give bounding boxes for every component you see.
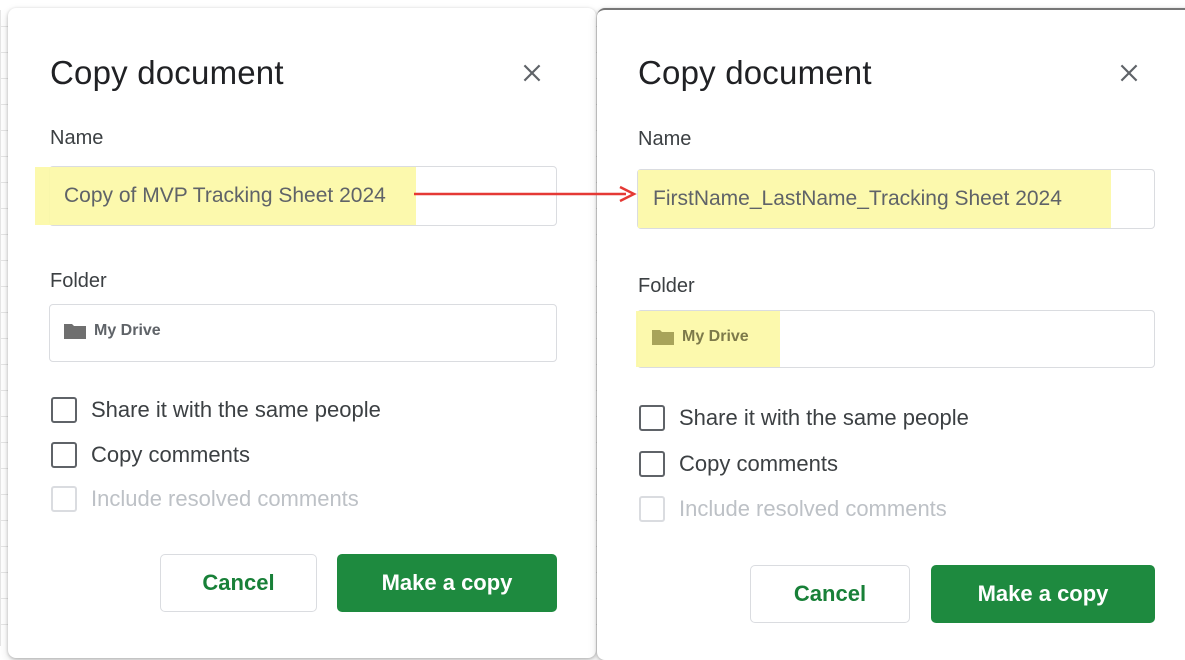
folder-label: Folder (638, 275, 695, 297)
make-a-copy-button[interactable]: Make a copy (337, 554, 557, 612)
folder-value-row: My Drive (652, 328, 749, 346)
copy-comments-checkbox[interactable] (639, 451, 665, 477)
share-checkbox-label: Share it with the same people (679, 405, 969, 430)
cancel-button[interactable]: Cancel (160, 554, 317, 612)
copy-dialog-original: Copy document Name Copy of MVP Tracking … (8, 8, 596, 658)
copy-comments-checkbox-label: Copy comments (679, 451, 838, 476)
name-label: Name (638, 128, 692, 150)
name-input[interactable]: Copy of MVP Tracking Sheet 2024 (35, 166, 557, 226)
name-value: FirstName_LastName_Tracking Sheet 2024 (653, 187, 1062, 210)
close-icon[interactable] (519, 60, 545, 86)
folder-selector[interactable]: My Drive (49, 304, 557, 362)
close-icon[interactable] (1116, 60, 1142, 86)
resolved-comments-checkbox-label: Include resolved comments (91, 486, 359, 511)
folder-icon (652, 329, 674, 345)
resolved-comments-checkbox-row: Include resolved comments (639, 496, 947, 522)
resolved-comments-checkbox-row: Include resolved comments (51, 486, 359, 512)
share-checkbox-row[interactable]: Share it with the same people (51, 397, 381, 423)
share-checkbox-row[interactable]: Share it with the same people (639, 405, 969, 431)
folder-value: My Drive (94, 322, 161, 339)
copy-comments-checkbox-row[interactable]: Copy comments (639, 451, 838, 477)
copy-comments-checkbox-row[interactable]: Copy comments (51, 442, 250, 468)
share-checkbox[interactable] (51, 397, 77, 423)
folder-value: My Drive (682, 328, 749, 345)
copy-comments-checkbox-label: Copy comments (91, 442, 250, 467)
name-value: Copy of MVP Tracking Sheet 2024 (64, 184, 386, 207)
folder-icon (64, 323, 86, 339)
folder-value-row: My Drive (64, 322, 161, 340)
resolved-comments-checkbox-label: Include resolved comments (679, 496, 947, 521)
folder-label: Folder (50, 270, 107, 292)
copy-dialog-renamed: Copy document Name FirstName_LastName_Tr… (597, 8, 1185, 660)
dialog-title: Copy document (638, 54, 872, 91)
folder-selector[interactable]: My Drive (636, 310, 1155, 368)
copy-comments-checkbox[interactable] (51, 442, 77, 468)
name-label: Name (50, 127, 104, 149)
name-input[interactable]: FirstName_LastName_Tracking Sheet 2024 (637, 169, 1155, 229)
make-a-copy-button[interactable]: Make a copy (931, 565, 1155, 623)
share-checkbox-label: Share it with the same people (91, 397, 381, 422)
share-checkbox[interactable] (639, 405, 665, 431)
cancel-button[interactable]: Cancel (750, 565, 910, 623)
dialog-title: Copy document (50, 54, 284, 91)
resolved-comments-checkbox (639, 496, 665, 522)
resolved-comments-checkbox (51, 486, 77, 512)
